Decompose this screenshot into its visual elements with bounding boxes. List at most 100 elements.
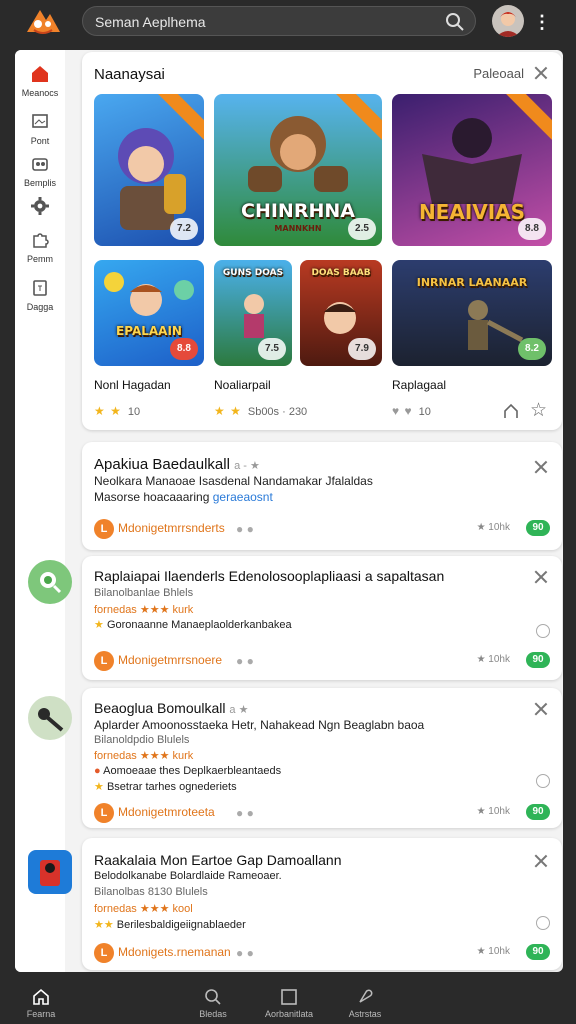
favorite-star-icon[interactable]: ☆	[530, 401, 547, 420]
post-description: Neolkara Manaoae Isasdenal Nandamakar Jf…	[94, 474, 373, 488]
post-title-tail: a - ★	[234, 460, 260, 472]
nav-label: Bledas	[199, 1009, 227, 1019]
game-title: GUNS DOAS	[222, 268, 284, 278]
post-rating: ★ 10hk	[476, 654, 510, 665]
rail-item-home[interactable]: Meanocs	[15, 64, 65, 98]
nav-item-search[interactable]: Bledas	[173, 988, 253, 1019]
nav-item-home[interactable]: Fearna	[1, 988, 81, 1019]
share-icon[interactable]	[502, 402, 520, 420]
close-icon[interactable]	[534, 460, 548, 474]
close-icon[interactable]	[534, 854, 548, 868]
post-title: Apakiua Baedaulkall a - ★	[94, 456, 260, 473]
rail-label: Meanocs	[21, 88, 59, 98]
post-card-3[interactable]: Beaoglua Bomoulkall a ★ Aplarder Amoonos…	[82, 688, 562, 828]
post-link[interactable]: geraeaosnt	[213, 490, 273, 504]
gear-icon	[31, 197, 49, 215]
star-icon: ★★	[94, 919, 114, 931]
game-tile-5[interactable]: GUNS DOAS 7.5	[214, 260, 292, 366]
author-name[interactable]: Mdonigetmroteeta	[118, 805, 215, 819]
rail-item-bemplis[interactable]: Bemplis	[15, 154, 65, 188]
download-icon[interactable]	[536, 624, 550, 638]
featured-card: Naanaysai Paleoaal 7.2 CHINRHNA MANNKHN …	[82, 52, 562, 430]
search-icon[interactable]	[445, 12, 465, 32]
nav-label: Astrstas	[348, 1009, 382, 1019]
rail-item-pemm[interactable]: Pemm	[15, 230, 65, 264]
reaction-icons: ● ●	[236, 946, 254, 960]
rating-stars: ★ ★ 10	[94, 404, 140, 418]
rail-label: Dagga	[26, 302, 54, 312]
app-logo-icon[interactable]	[24, 6, 62, 36]
search-bar[interactable]: Seman Aeplhema	[82, 6, 476, 36]
game-tile-6[interactable]: DOAS BAAB 7.9	[300, 260, 382, 366]
author-icon[interactable]: L	[94, 943, 114, 963]
puzzle-icon	[33, 233, 49, 248]
nav-item-library[interactable]: Aorbanitlata	[249, 988, 329, 1019]
rating-count: Sb00s · 230	[247, 406, 308, 418]
post-rating: ★ 10hk	[476, 806, 510, 817]
author-name[interactable]: Mdonigets.rnemanan	[118, 945, 231, 959]
featured-title: Naanaysai	[94, 66, 165, 83]
post-card-1[interactable]: Apakiua Baedaulkall a - ★ Neolkara Manao…	[82, 442, 562, 550]
post-tag: fornedas ★★★ kurk	[94, 604, 194, 616]
rail-item-pont[interactable]: Pont	[15, 112, 65, 146]
game-label[interactable]: Raplagaal	[392, 378, 446, 392]
post-description: Belodolkanabe Bolardlaide Rameoaer.	[94, 870, 282, 882]
reaction-icons: ● ●	[236, 522, 254, 536]
search-icon	[205, 989, 221, 1005]
game-label[interactable]: Nonl Hagadan	[94, 378, 171, 392]
author-icon[interactable]: L	[94, 519, 114, 539]
author-name[interactable]: Mdonigetmrrsnderts	[118, 521, 225, 535]
tool-icon	[28, 696, 72, 740]
bottom-nav: Fearna Bledas Aorbanitlata Astrstas	[0, 982, 576, 1024]
post-title: Raplaiapai Ilaenderls Edenolosooplapliaa…	[94, 568, 445, 584]
post-title-tail: a ★	[229, 704, 249, 716]
post-card-4[interactable]: Raakalaia Mon Eartoe Gap Damoallann Belo…	[82, 838, 562, 970]
tag-icon	[33, 280, 47, 296]
rating-badge: 2.5	[348, 218, 376, 240]
post-subtitle: Bilanolbas 8130 Blulels	[94, 886, 208, 898]
author-icon[interactable]: L	[94, 651, 114, 671]
post-description-2: Masorse hoacaaaring geraeaosnt	[94, 490, 273, 504]
game-tile-1[interactable]: 7.2	[94, 94, 204, 246]
author-name[interactable]: Mdonigetmrrsnoere	[118, 653, 222, 667]
rating-badge: 7.2	[170, 218, 198, 240]
post-detail: ★ Goronaanne Manaeplaolderkanbakea	[94, 618, 292, 631]
rail-item-dagga[interactable]: Dagga	[15, 278, 65, 312]
nav-label: Aorbanitlata	[264, 1009, 314, 1019]
close-icon[interactable]	[534, 570, 548, 584]
game-tile-4[interactable]: EPALAAIN 8.8	[94, 260, 204, 366]
game-tile-3[interactable]: NEAIVIAS 8.8	[392, 94, 552, 246]
download-icon[interactable]	[536, 774, 550, 788]
home-icon	[33, 988, 49, 1005]
game-tile-2[interactable]: CHINRHNA MANNKHN 2.5	[214, 94, 382, 246]
featured-link[interactable]: Paleoaal	[473, 66, 524, 81]
square-icon	[281, 989, 297, 1005]
post-tag: fornedas ★★★ kool	[94, 903, 193, 915]
reaction-icons: ● ●	[236, 654, 254, 668]
rail-label: Bemplis	[23, 178, 56, 188]
post-footer: L Mdonigetmrrsnoere ● ● ★ 10hk 90	[94, 650, 550, 672]
rating-stars: ♥ ♥ 10	[392, 404, 431, 418]
game-label[interactable]: Noaliarpail	[214, 378, 271, 392]
rating-badge: 8.2	[518, 338, 546, 360]
likes-icon: ♥ ♥	[392, 404, 413, 418]
game-title: EPALAAIN	[116, 324, 182, 338]
score-badge: 90	[526, 944, 550, 960]
post-footer: L Mdonigetmroteeta ● ● ★ 10hk 90	[94, 802, 550, 824]
game-tile-7[interactable]: INRNAR LAANAAR 8.2	[392, 260, 552, 366]
close-icon[interactable]	[534, 702, 548, 716]
rail-item-settings[interactable]	[15, 196, 65, 216]
post-tag: fornedas ★★★ kurk	[94, 750, 194, 762]
search-input[interactable]: Seman Aeplhema	[95, 14, 206, 30]
download-icon[interactable]	[536, 916, 550, 930]
more-menu-icon[interactable]: ⋮	[533, 11, 551, 33]
rating-count: 10	[418, 406, 431, 418]
user-avatar[interactable]	[492, 5, 524, 37]
post-detail-text: Aomoeaae thes Deplkaerbleantaeds	[103, 765, 282, 777]
app-icon	[28, 850, 72, 894]
author-icon[interactable]: L	[94, 803, 114, 823]
post-detail-2: ★ Bsetrar tarhes ognederiets	[94, 780, 237, 793]
nav-item-activity[interactable]: Astrstas	[325, 988, 405, 1019]
post-card-2[interactable]: Raplaiapai Ilaenderls Edenolosooplapliaa…	[82, 556, 562, 680]
close-icon[interactable]	[534, 66, 548, 80]
